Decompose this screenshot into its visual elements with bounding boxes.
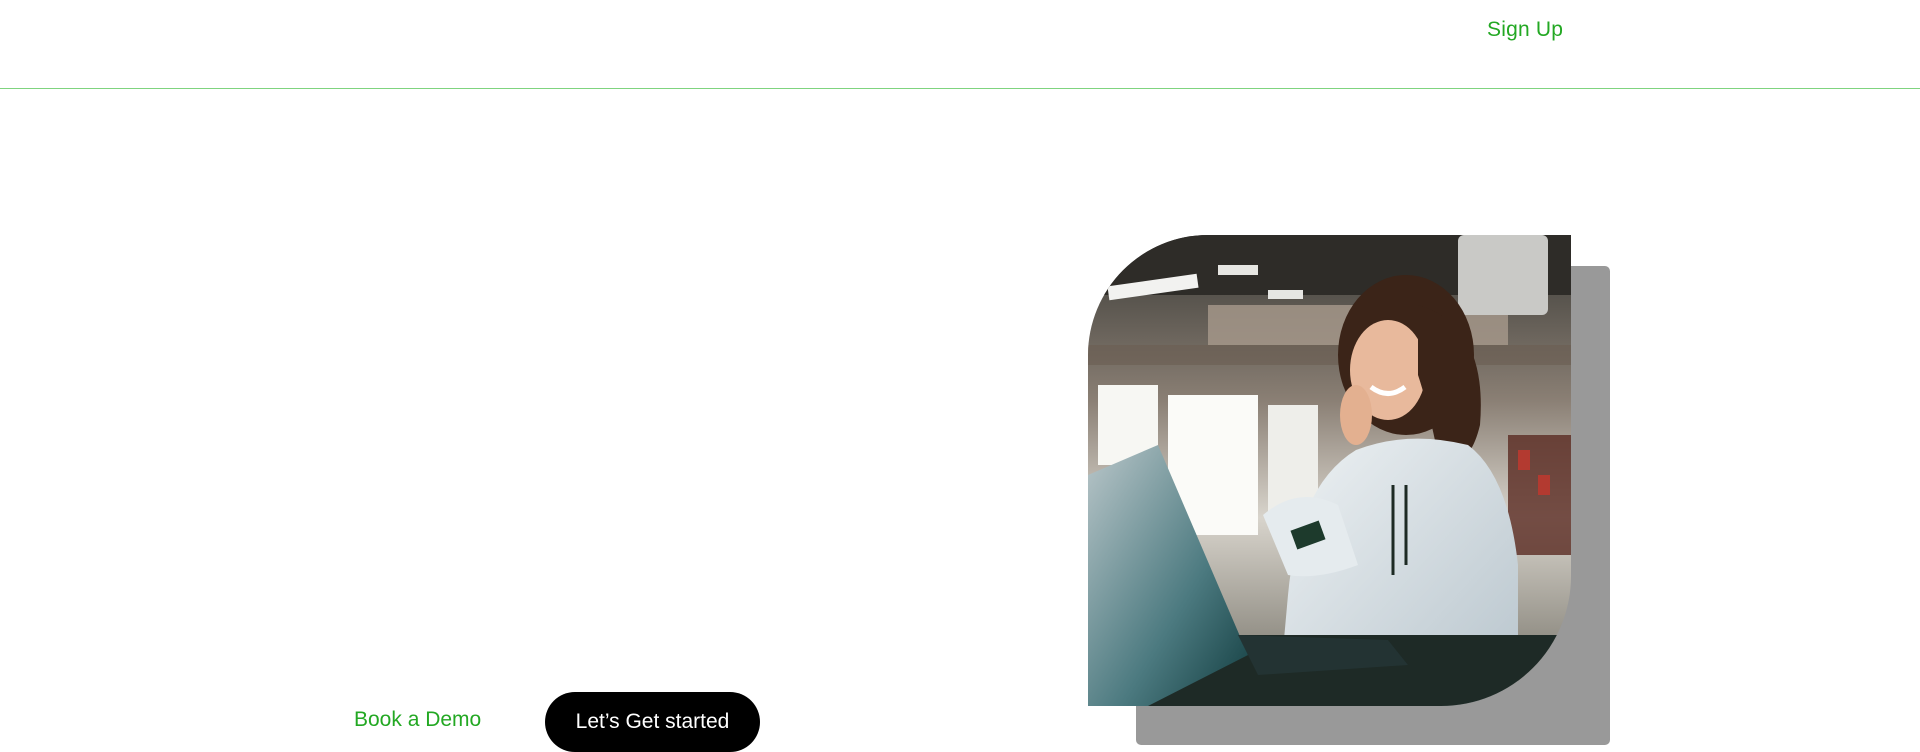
book-a-demo-link[interactable]: Book a Demo (354, 708, 481, 732)
hero-photo (1088, 235, 1571, 706)
top-nav: Sign Up (0, 0, 1920, 89)
page: Sign Up Book a Demo Let’s Get started (0, 0, 1920, 752)
hero-visual (1088, 235, 1610, 745)
get-started-button[interactable]: Let’s Get started (545, 692, 760, 752)
sign-up-link[interactable]: Sign Up (1487, 18, 1563, 42)
person-with-laptop-icon (1088, 235, 1571, 706)
